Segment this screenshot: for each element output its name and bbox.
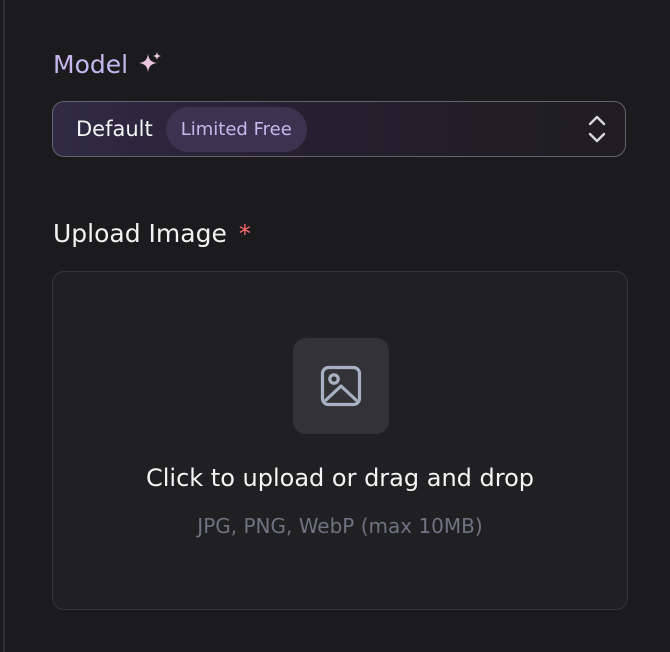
panel-left-border [3,0,5,652]
sparkles-icon [136,50,164,78]
model-label-text: Model [53,50,129,79]
limited-free-badge: Limited Free [165,106,307,152]
upload-instruction: Click to upload or drag and drop [145,464,535,492]
image-placeholder-tile [293,338,389,434]
image-dropzone[interactable]: Click to upload or drag and drop JPG, PN… [52,271,628,610]
chevron-up-down-icon [583,112,611,146]
selected-model-value: Default [76,117,153,141]
upload-label-text: Upload Image [53,219,227,248]
model-field-label: Model [53,47,164,83]
supported-file-types: JPG, PNG, WebP (max 10MB) [197,514,483,538]
upload-image-label: Upload Image * [53,216,251,252]
image-icon [320,365,362,407]
required-marker: * [238,220,251,248]
image-upload-panel: Model Default Limited Free Upload Image … [0,0,670,652]
model-select[interactable]: Default Limited Free [52,101,626,157]
